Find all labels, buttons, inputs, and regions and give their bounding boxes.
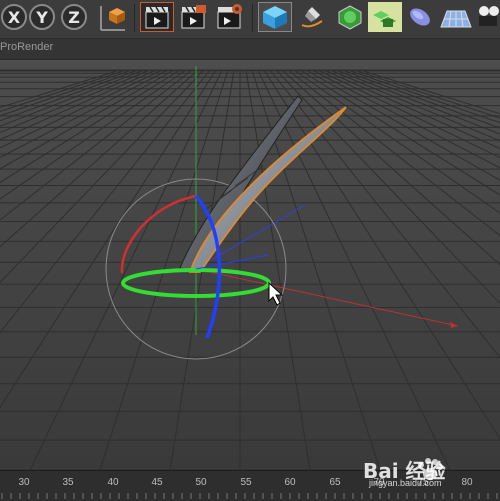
3d-viewport[interactable] [0,60,500,470]
deformer-icon [410,8,430,26]
floor-plane-icon [440,10,472,28]
y-axis-label: Y [29,4,55,30]
coordinate-cube-icon [100,6,125,31]
render-settings-icon [217,4,242,29]
deformer-button[interactable] [404,2,436,32]
timeline-tick: 65 [329,477,341,488]
baidu-watermark: Bai 经验 jingyan.baidu.com [355,452,500,492]
timeline-tick: 55 [240,477,252,488]
x-axis-label: X [1,4,27,30]
camera-button[interactable] [476,2,500,32]
array-icon [373,11,396,27]
timeline-tick: 40 [107,477,119,488]
viewport-title: ProRender [0,41,54,53]
render-picture-viewer-button[interactable] [176,2,210,32]
subdivision-surface-button[interactable] [334,2,366,32]
render-picture-viewer-icon [181,5,206,29]
render-view-icon [145,6,169,29]
cube-primitive-icon [263,6,287,29]
pen-spline-icon [301,7,323,28]
z-axis-lock-button[interactable]: Z [60,2,88,32]
y-axis-lock-button[interactable]: Y [28,2,56,32]
array-button[interactable] [368,2,402,32]
timeline-tick: 45 [151,477,163,488]
z-axis-label: Z [61,4,87,30]
cube-object-button[interactable] [258,2,292,32]
viewport-header: ProRender [0,39,500,60]
timeline-tick: 35 [62,477,74,488]
camera-icon [479,6,499,26]
pen-tool-button[interactable] [296,2,330,32]
watermark-url: jingyan.baidu.com [369,478,442,488]
timeline-tick: 60 [284,477,296,488]
x-axis-lock-button[interactable]: X [0,2,28,32]
coordinate-system-button[interactable] [96,2,130,32]
viewport-scene [0,60,500,470]
timeline-tick: 50 [195,477,207,488]
timeline-tick: 30 [18,477,30,488]
render-settings-button[interactable] [212,2,246,32]
render-view-button[interactable] [140,2,174,32]
main-toolbar: X Y Z [0,0,500,39]
floor-button[interactable] [438,2,474,32]
subdivision-icon [338,5,362,30]
